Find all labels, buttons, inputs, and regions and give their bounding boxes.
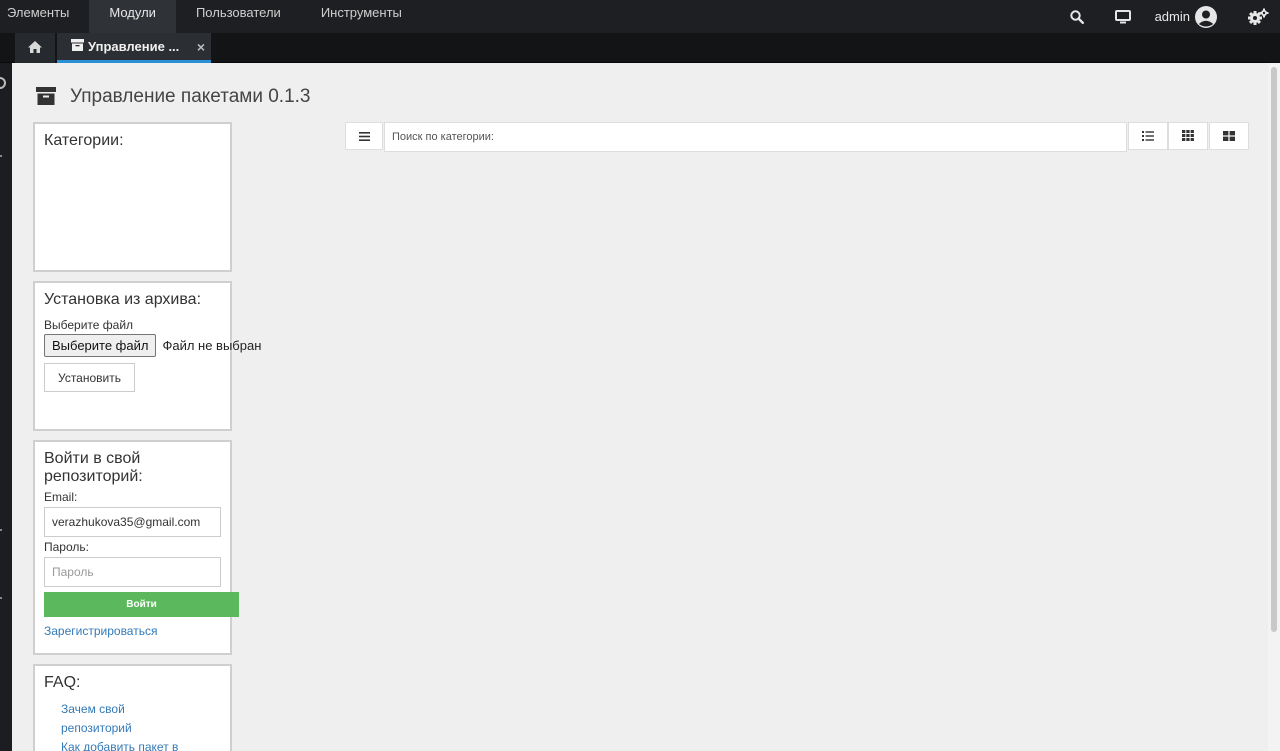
tiles-view-button[interactable] (1209, 122, 1249, 150)
list-view-button[interactable] (1128, 122, 1168, 150)
install-button[interactable]: Установить (44, 363, 135, 392)
archive-title: Установка из архива: (44, 291, 202, 308)
tab-package-manager[interactable]: Управление ... × (57, 33, 211, 63)
close-icon[interactable]: × (197, 39, 205, 55)
list-view-icon (1142, 129, 1154, 144)
grid-view-icon (1182, 129, 1194, 144)
monitor-icon[interactable] (1111, 5, 1135, 29)
topbar-actions: admin (1065, 0, 1280, 33)
scrollbar-thumb[interactable] (1271, 67, 1277, 632)
category-menu-button[interactable] (345, 122, 383, 150)
password-field[interactable]: Пароль (44, 557, 221, 587)
menu-item-users[interactable]: Пользователи (176, 0, 301, 33)
login-button[interactable]: Войти (44, 592, 239, 617)
archive-install-panel: Установка из архива: Выберите файл Выбер… (33, 281, 261, 431)
main-menu: Элементы Модули Пользователи Инструменты (0, 0, 422, 33)
tab-strip: Управление ... × (0, 33, 1280, 63)
password-label: Пароль: (44, 540, 89, 554)
category-search-input[interactable]: Поиск по категории: (384, 122, 1127, 152)
faq-link[interactable]: Как добавить пакет в (61, 738, 221, 751)
faq-link[interactable]: Зачем свой репозиторий (61, 700, 171, 738)
circle-icon (0, 77, 6, 89)
home-icon (27, 40, 43, 57)
repository-login-panel: Войти в свой репозиторий: Email: verazhu… (33, 440, 239, 655)
menu-item-modules[interactable]: Модули (89, 0, 176, 33)
search-icon[interactable] (1065, 5, 1089, 29)
left-sidebar-collapsed (0, 63, 12, 751)
faq-panel: FAQ: Зачем свой репозиторий Как добавить… (33, 664, 232, 751)
archive-icon (36, 86, 56, 108)
email-field[interactable]: verazhukova35@gmail.com (44, 507, 221, 537)
email-label: Email: (44, 490, 78, 504)
tiles-view-icon (1223, 129, 1235, 144)
page-title: Управление пакетами 0.1.3 (36, 86, 311, 108)
faq-list: Зачем свой репозиторий Как добавить паке… (44, 700, 221, 751)
tab-label: Управление ... (88, 39, 180, 54)
file-label: Выберите файл (44, 318, 134, 332)
login-title: Войти в свой репозиторий: (44, 450, 143, 485)
sidebar-dot (0, 529, 2, 531)
user-circle-icon[interactable] (1194, 5, 1218, 29)
file-input: Выберите файл Файл не выбран (44, 334, 261, 357)
sidebar-dot (0, 597, 2, 599)
file-status: Файл не выбран (162, 338, 262, 353)
user-name[interactable]: admin (1155, 9, 1190, 24)
archive-icon (71, 39, 84, 54)
bars-icon (358, 129, 370, 144)
menu-item-tools[interactable]: Инструменты (301, 0, 422, 33)
page-title-text: Управление пакетами 0.1.3 (70, 86, 311, 107)
tab-home[interactable] (15, 33, 55, 63)
sidebar-dot (0, 155, 2, 157)
faq-title: FAQ: (44, 674, 81, 691)
grid-view-button[interactable] (1168, 122, 1208, 150)
categories-title: Категории: (44, 132, 124, 149)
menu-item-elements[interactable]: Элементы (0, 0, 89, 33)
gears-icon[interactable] (1246, 5, 1270, 29)
scrollbar[interactable] (1268, 63, 1280, 751)
categories-panel: Категории: (33, 122, 232, 272)
choose-file-button[interactable]: Выберите файл (44, 334, 157, 357)
top-navigation: Элементы Модули Пользователи Инструменты… (0, 0, 1280, 33)
register-link[interactable]: Зарегистрироваться (44, 624, 221, 638)
